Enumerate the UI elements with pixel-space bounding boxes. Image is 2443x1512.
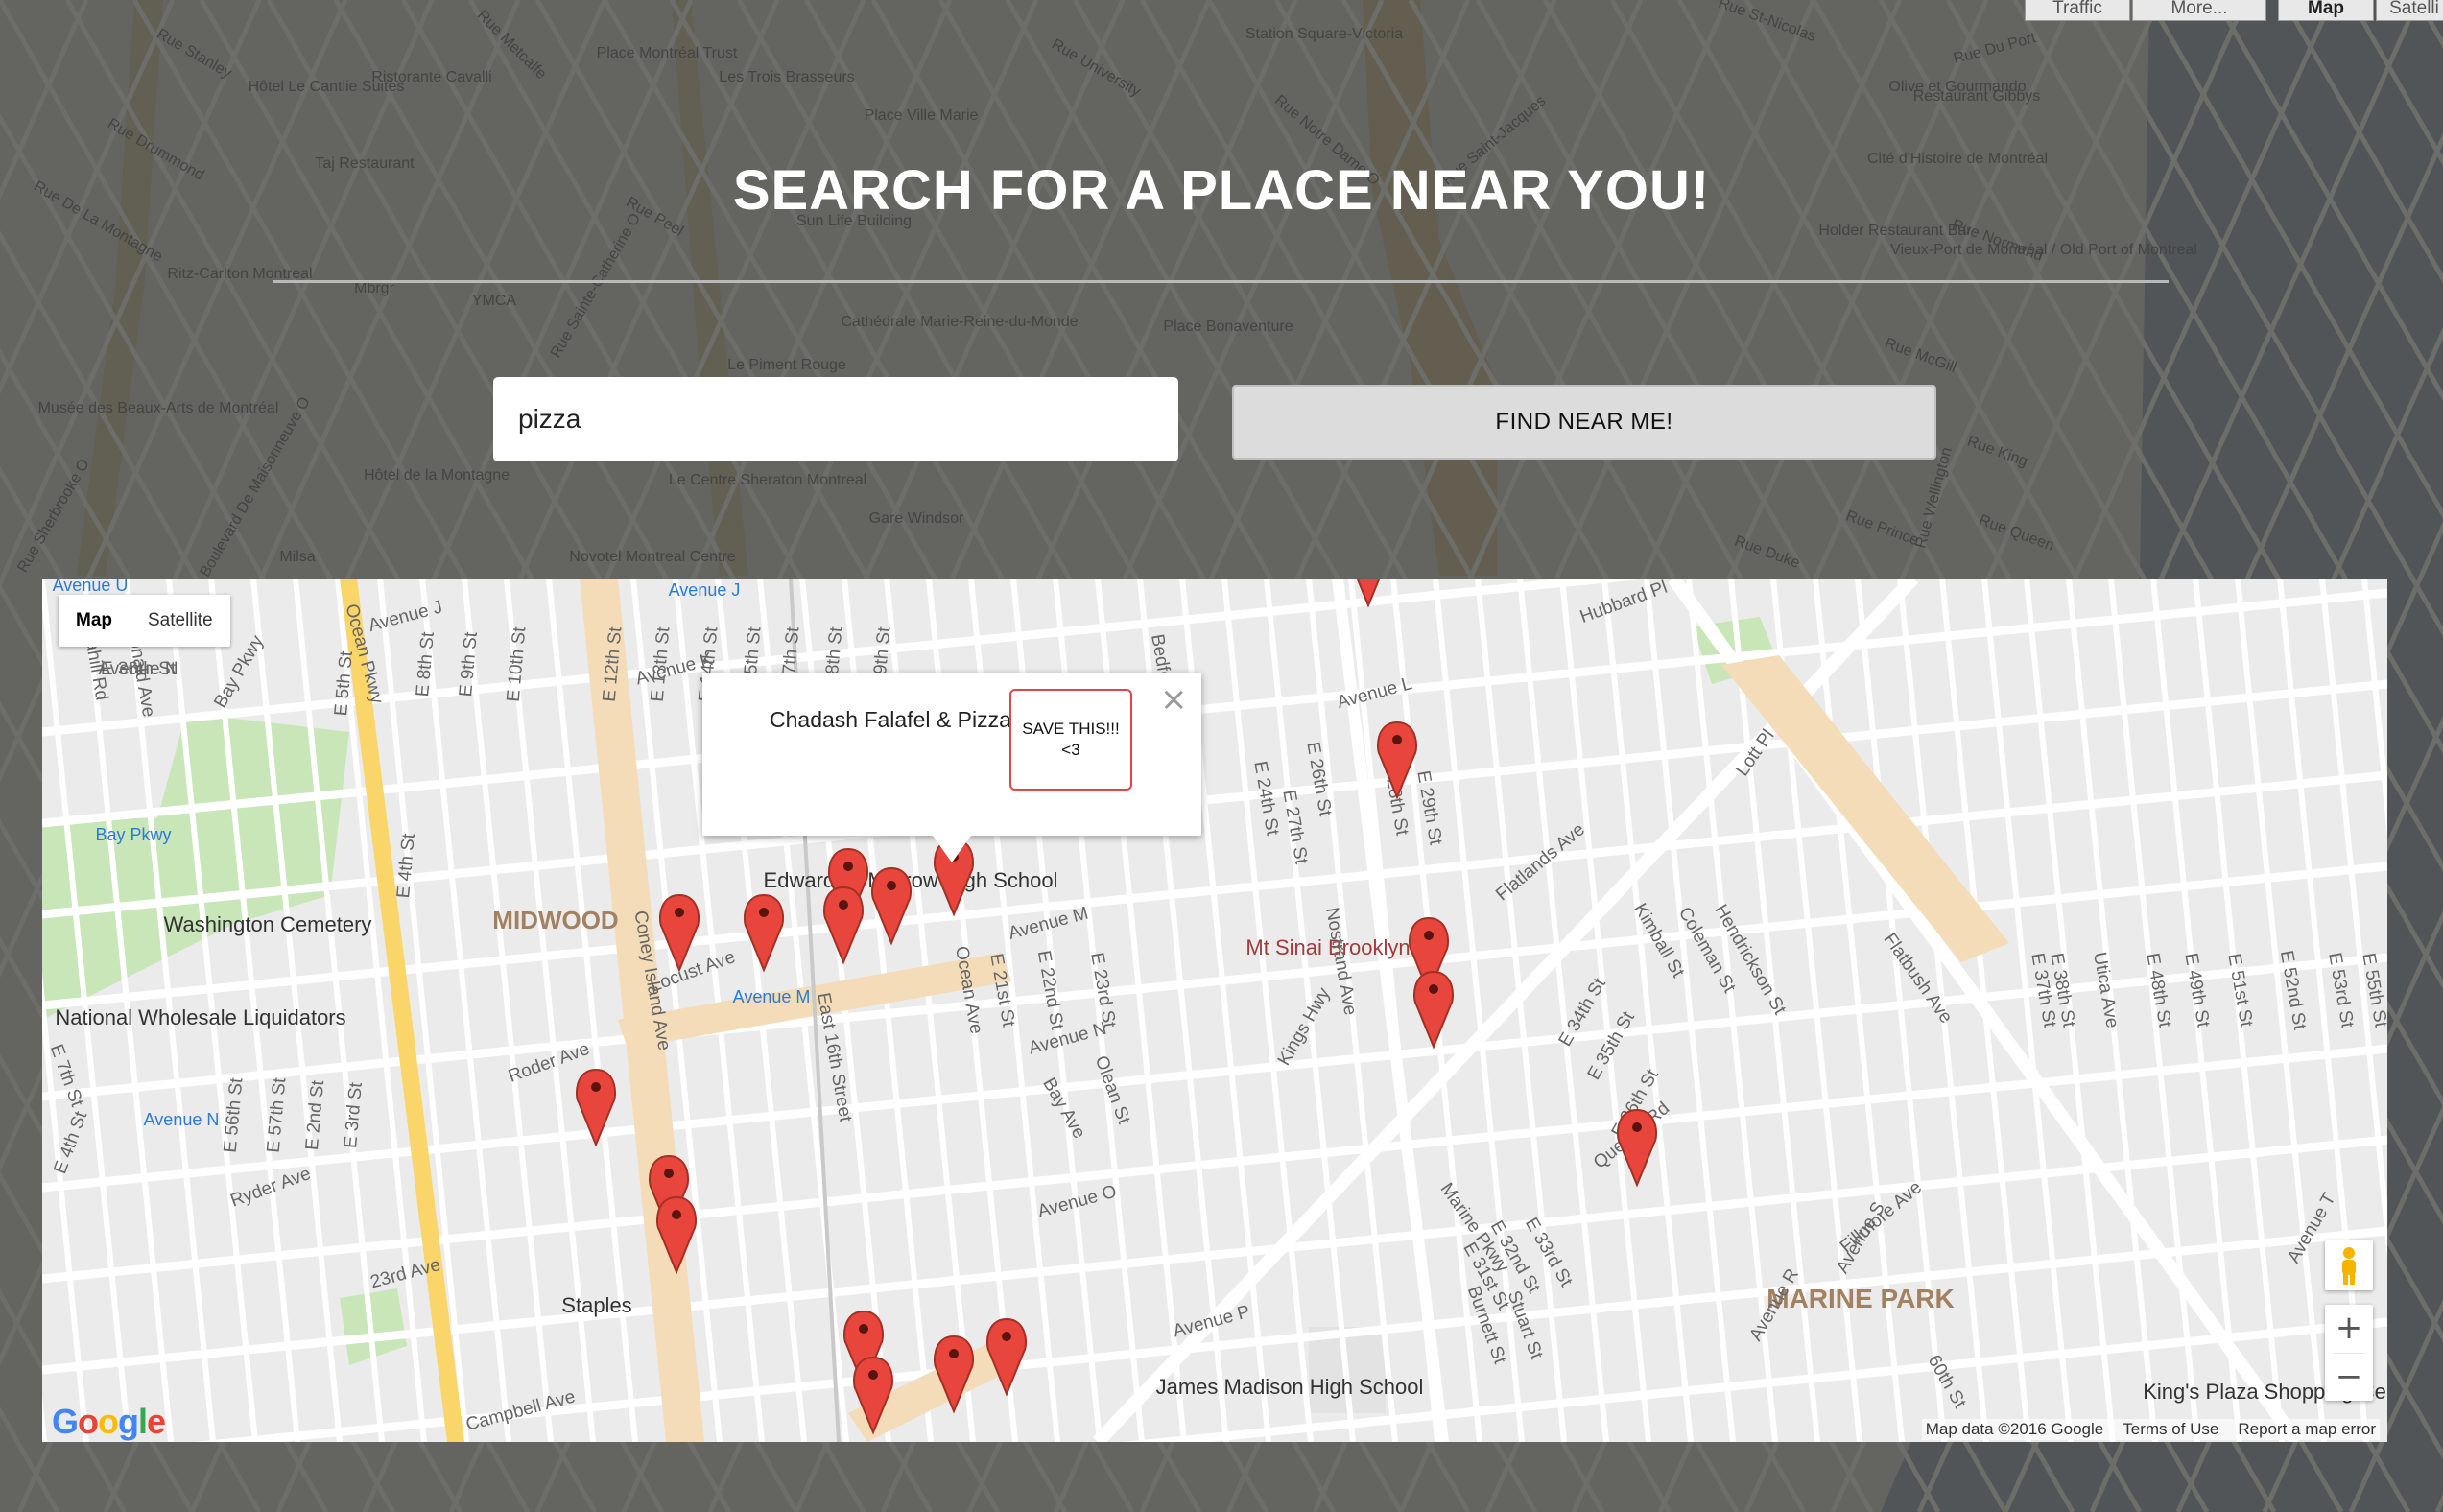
bg-map-label: Le Centre Sheraton Montreal [669,472,866,488]
street-label: Avenue N [98,659,178,679]
info-window-place-name: Chadash Falafel & Pizza [770,707,1011,732]
save-place-button[interactable]: SAVE THIS!!! <3 [1009,689,1132,791]
page-title: SEARCH FOR A PLACE NEAR YOU! [732,159,1711,222]
transit-label: Bay Pkwy [95,825,171,844]
results-map-canvas[interactable]: MIDWOODMARINE PARKWashington CemeteryNat… [42,579,2387,1442]
zoom-out-button[interactable]: − [2325,1354,2373,1401]
transit-label: Avenue M [733,987,811,1006]
bg-map-label: Milsa [279,549,315,565]
info-window-tail [933,836,971,862]
bg-map-label: Hôtel de la Montagne [364,467,510,484]
bg-map-label: Gare Windsor [869,510,964,527]
poi-label: Staples [561,1293,631,1317]
bg-map-label: Ristorante Cavalli [371,69,491,85]
transit-label: Avenue N [144,1110,220,1129]
results-map[interactable]: MIDWOOD MARINE PARK Washington Cemetery Nat… [42,579,2387,1442]
title-divider [273,280,2169,283]
map-type-control[interactable]: Map Satellite [59,595,230,647]
google-logo: Google [52,1402,166,1441]
transit-label: Avenue J [669,580,741,600]
bg-map-label: Le Piment Rouge [727,357,846,373]
zoom-control[interactable]: + − [2325,1305,2373,1401]
area-label-midwood: MIDWOOD [492,906,618,934]
map-type-map-button[interactable]: Map [59,595,130,647]
transit-label: Avenue U [53,579,129,595]
close-icon[interactable]: × [1160,680,1188,719]
zoom-in-button[interactable]: + [2325,1305,2373,1353]
bg-traffic-button[interactable]: Traffic [2025,0,2130,21]
bg-map-label: Place Bonaventure [1163,319,1293,335]
bg-map-label: Station Square-Victoria [1245,26,1403,42]
street-view-pegman[interactable] [2325,1240,2373,1290]
bg-map-button[interactable]: Map [2278,0,2374,21]
poi-label: National Wholesale Liquidators [55,1005,345,1029]
bg-satellite-button[interactable]: Satelli [2376,0,2443,21]
find-near-me-button[interactable]: FIND NEAR ME! [1232,385,1936,460]
search-input[interactable] [493,377,1178,461]
bg-more-button[interactable]: More... [2132,0,2266,21]
map-attribution: Map data ©2016 Google Terms of Use Repor… [1921,1419,2380,1440]
map-type-satellite-button[interactable]: Satellite [130,595,230,647]
poi-label: Washington Cemetery [164,912,372,936]
pegman-icon [2342,1247,2356,1285]
info-window: Chadash Falafel & Pizza SAVE THIS!!! <3 … [702,673,1201,862]
bg-map-label: Place Ville Marie [865,107,979,124]
bg-map-label: Place Montréal Trust [597,45,738,61]
bg-map-label: Musée des Beaux-Arts de Montréal [38,400,279,416]
map-data-credit: Map data ©2016 Google [1925,1420,2104,1438]
bg-map-label: Cathédrale Marie-Reine-du-Monde [841,314,1078,330]
bg-map-label: Les Trois Brasseurs [719,69,854,85]
bg-map-label: Novotel Montreal Centre [569,549,736,565]
poi-label: James Madison High School [1156,1375,1424,1399]
report-map-error-link[interactable]: Report a map error [2238,1420,2376,1439]
bg-map-label: Restaurant Gibbys [1913,88,2041,105]
bg-map-label: YMCA [472,293,517,309]
terms-of-use-link[interactable]: Terms of Use [2123,1420,2218,1439]
